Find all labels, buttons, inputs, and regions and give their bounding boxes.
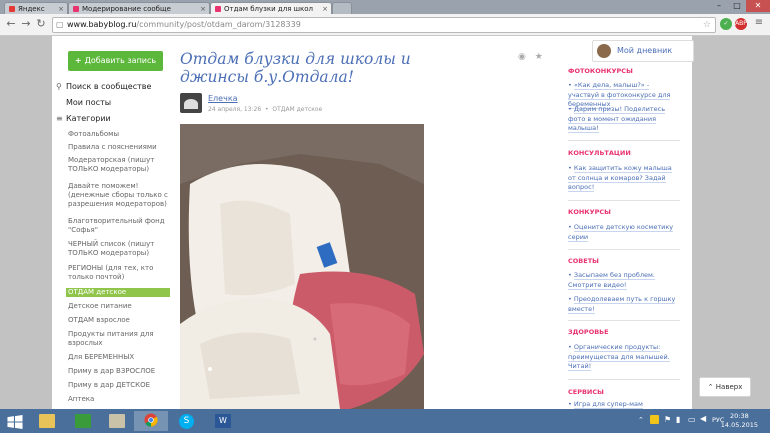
web-page: + Добавить запись ⚲ Поиск в сообществе Мои… — [0, 36, 770, 409]
author-link[interactable]: Елечка — [208, 94, 238, 103]
category-item[interactable]: Благотворительный фонд "Софья" — [68, 217, 172, 235]
skype-icon: S — [179, 414, 194, 429]
word-icon: W — [215, 414, 231, 428]
section-heading: СОВЕТЫ — [568, 257, 599, 265]
section-heading: ФОТОКОНКУРСЫ — [568, 67, 633, 75]
category-item[interactable]: Модераторская (пишут ТОЛЬКО модераторы) — [68, 156, 172, 174]
green-app-icon — [75, 414, 91, 428]
yandex-favicon-icon — [9, 6, 15, 12]
category-item[interactable]: Фотоальбомы — [68, 130, 172, 139]
blouses-photo-image — [180, 124, 424, 409]
add-post-button[interactable]: + Добавить запись — [68, 51, 163, 71]
folder-icon — [39, 414, 55, 428]
category-item[interactable]: ОТДАМ взрослое — [68, 316, 172, 325]
category-item-selected[interactable]: ОТДАМ детское — [66, 288, 170, 297]
category-item[interactable]: Правила с пояснениями — [68, 143, 172, 152]
taskbar-app-green[interactable] — [66, 411, 100, 431]
windows-taskbar: S W ⌃ ⚑ ▮ ▭ ◀ РУС 20:38 14.05.2015 — [0, 409, 770, 433]
taskbar-chrome[interactable] — [134, 411, 168, 431]
divider — [568, 200, 680, 201]
chrome-icon — [144, 413, 158, 427]
sidebar-promo-link[interactable]: • Игра для супер-мам — [568, 400, 680, 409]
windows-logo-icon — [7, 415, 23, 429]
taskbar-skype[interactable]: S — [170, 411, 204, 431]
divider — [568, 320, 680, 321]
plus-icon: + — [74, 56, 82, 65]
clock[interactable]: 20:38 14.05.2015 — [721, 412, 758, 430]
category-item[interactable]: ЧЕРНЫЙ список (пишут ТОЛЬКО модераторы) — [68, 240, 172, 258]
star-icon[interactable]: ★ — [535, 52, 543, 62]
page-info-icon: ▢ — [56, 20, 64, 29]
section-heading: ЗДОРОВЬЕ — [568, 328, 609, 336]
divider — [568, 140, 680, 141]
sidebar-promo-link[interactable]: • Преодолеваем путь к горшку вместе! — [568, 295, 680, 314]
section-heading: СЕРВИСЫ — [568, 388, 604, 396]
taskbar-word[interactable]: W — [206, 411, 240, 431]
bookmark-star-icon[interactable]: ☆ — [703, 18, 711, 32]
sidebar-promo-link[interactable]: • Дарим призы! Поделитесь фото в момент … — [568, 105, 680, 134]
back-icon[interactable]: ← — [4, 17, 18, 30]
category-item[interactable]: Приму в дар ДЕТСКОЕ — [68, 381, 172, 390]
address-bar[interactable]: ▢ www.babyblog.ru/community/post/otdam_d… — [52, 17, 716, 33]
adblock-icon[interactable]: ABP — [735, 18, 747, 30]
category-item[interactable]: РЕГИОНЫ (для тех, кто только почтой) — [68, 264, 172, 282]
volume-icon[interactable]: ◀ — [700, 414, 706, 423]
author-avatar[interactable] — [180, 93, 202, 113]
post-title: Отдам блузки для школы и джинсы б.у.Отда… — [180, 50, 411, 86]
post-meta: 24 апреля, 13:26 • ОТДАМ детское — [208, 106, 323, 113]
my-diary-button[interactable]: Мой дневник — [592, 40, 694, 62]
category-item[interactable]: Продукты питания для взрослых — [68, 330, 172, 348]
page-content: + Добавить запись ⚲ Поиск в сообществе Мои… — [52, 36, 694, 409]
post-actions: ◉ ★ — [518, 52, 543, 62]
tray-chevron-icon[interactable]: ⌃ — [638, 416, 644, 424]
list-icon: ≡ — [56, 114, 63, 123]
post-photo[interactable] — [180, 124, 424, 409]
sidebar-promo-link[interactable]: • Органические продукты: преимущества дл… — [568, 343, 680, 372]
community-search-link[interactable]: ⚲ Поиск в сообществе — [56, 82, 151, 91]
categories-heading: ≡ Категории — [56, 114, 111, 123]
my-posts-link[interactable]: Мои посты — [56, 98, 111, 107]
menu-icon[interactable]: ≡ — [752, 17, 766, 28]
babyblog-favicon-icon — [73, 6, 79, 12]
divider — [568, 249, 680, 250]
divider — [568, 379, 680, 380]
extension-green-icon[interactable]: ✓ — [720, 18, 732, 30]
window-controls: – □ ✕ — [710, 0, 770, 12]
battery-icon[interactable]: ▭ — [688, 415, 696, 424]
browser-toolbar: ← → ↻ ▢ www.babyblog.ru/community/post/o… — [0, 14, 770, 36]
back-to-top-button[interactable]: ⌃ Наверх — [699, 377, 751, 397]
forward-icon[interactable]: → — [19, 17, 33, 30]
system-tray: ⌃ ⚑ ▮ ▭ ◀ РУС 20:38 14.05.2015 — [610, 409, 770, 433]
category-item[interactable]: Аптека — [68, 395, 172, 404]
chevron-up-icon: ⌃ — [707, 383, 714, 391]
eye-icon[interactable]: ◉ — [518, 52, 526, 62]
category-item[interactable]: Детское питание — [68, 302, 172, 311]
network-icon[interactable]: ▮ — [676, 415, 680, 424]
reload-icon[interactable]: ↻ — [34, 17, 48, 30]
category-item[interactable]: Давайте поможем! (денежные сборы только … — [68, 182, 172, 209]
minimize-icon[interactable]: – — [710, 0, 728, 12]
user-avatar — [597, 44, 611, 58]
babyblog-favicon-icon — [215, 6, 221, 12]
section-heading: КОНКУРСЫ — [568, 208, 611, 216]
notepad-icon — [109, 414, 125, 428]
close-window-icon[interactable]: ✕ — [746, 0, 770, 12]
maximize-icon[interactable]: □ — [728, 0, 746, 12]
address-url[interactable]: www.babyblog.ru/community/post/otdam_dar… — [67, 18, 301, 32]
sidebar-promo-link[interactable]: • Как защитить кожу малыша от солнца и к… — [568, 164, 680, 193]
category-item[interactable]: Приму в дар ВЗРОСЛОЕ — [68, 367, 172, 376]
start-button[interactable] — [0, 411, 28, 431]
category-item[interactable]: Для БЕРЕМЕННЫХ — [68, 353, 172, 362]
search-icon: ⚲ — [56, 82, 62, 91]
section-heading: КОНСУЛЬТАЦИИ — [568, 149, 631, 157]
taskbar-explorer[interactable] — [30, 411, 64, 431]
flag-icon[interactable]: ⚑ — [664, 415, 671, 424]
taskbar-app-notes[interactable] — [100, 411, 134, 431]
sidebar-promo-link[interactable]: • Засыпаем без проблем. Смотрите видео! — [568, 271, 680, 290]
sidebar-promo-link[interactable]: • Оцените детскую косметику серии — [568, 223, 680, 242]
browser-tab-strip: Яндекс × Модерирование сообще × Отдам бл… — [0, 0, 770, 15]
tray-app-icon[interactable] — [650, 415, 659, 424]
